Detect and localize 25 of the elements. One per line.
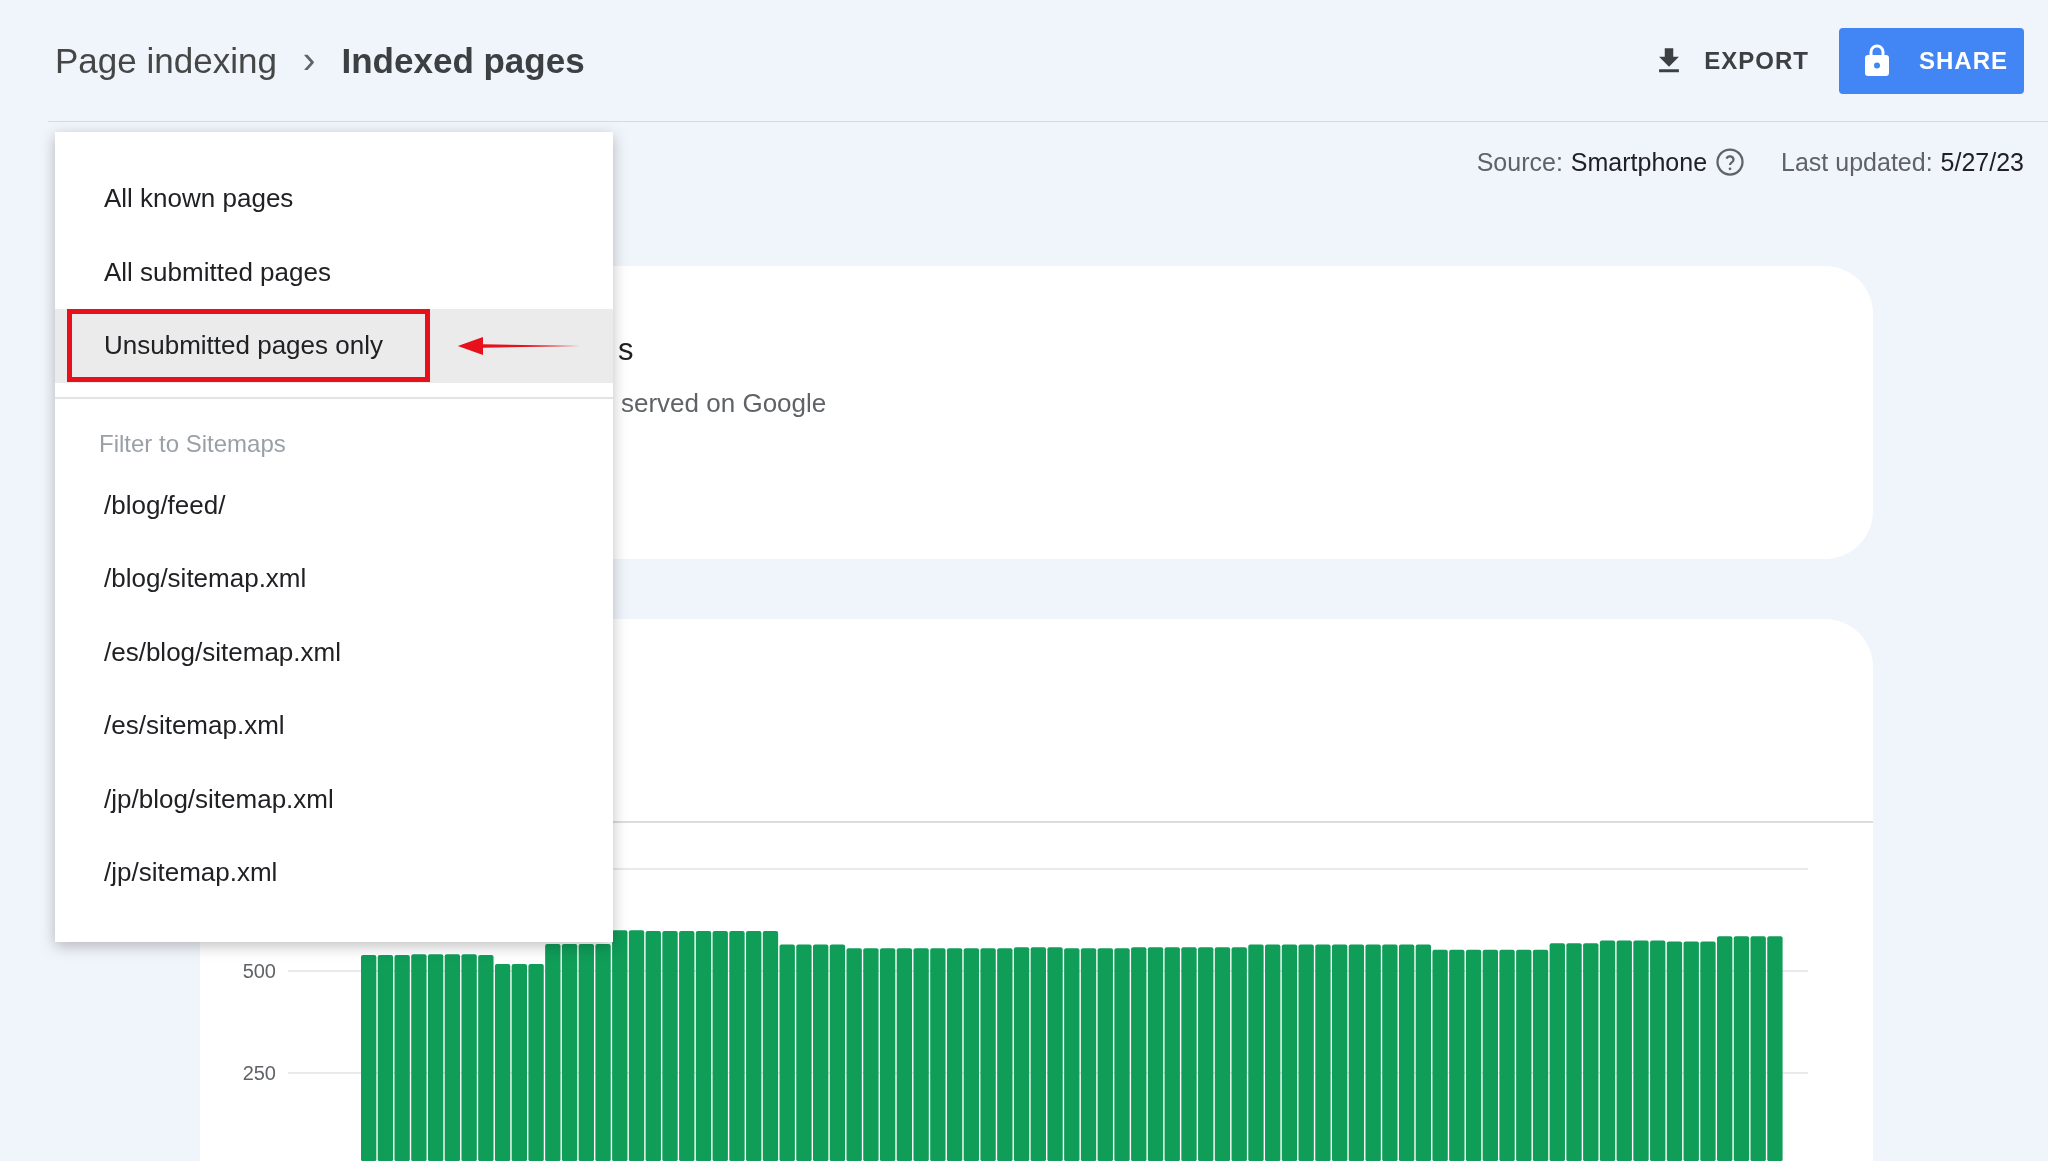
card-subtitle: served on Google	[621, 388, 828, 419]
menu-item[interactable]: /es/blog/sitemap.xml	[55, 615, 613, 689]
help-icon[interactable]	[1715, 147, 1746, 177]
menu-item[interactable]: /es/sitemap.xml	[55, 689, 613, 763]
menu-item[interactable]: /blog/sitemap.xml	[55, 542, 613, 616]
source-value: Smartphone	[1570, 147, 1708, 177]
highlight-box: Unsubmitted pages only	[67, 309, 430, 383]
chevron-icon: ›	[302, 39, 316, 82]
menu-item[interactable]: All submitted pages	[55, 235, 613, 309]
share-button[interactable]: SHARE	[1839, 27, 2024, 94]
page-title: Indexed pages	[341, 40, 585, 81]
updated-label: Last updated:	[1781, 147, 1933, 177]
menu-item[interactable]: All known pages	[55, 162, 613, 236]
export-button[interactable]: EXPORT	[1652, 43, 1809, 78]
section-header: Filter to Sitemaps	[98, 428, 287, 459]
card-title: s	[618, 332, 635, 368]
breadcrumb-link[interactable]: Page indexing	[55, 40, 277, 81]
updated-value: 5/27/23	[1940, 147, 2024, 177]
menu-item[interactable]: /jp/sitemap.xml	[55, 836, 613, 910]
y-axis-label: 250	[242, 1061, 276, 1084]
menu-item[interactable]: Unsubmitted pages only	[55, 309, 613, 383]
source-label: Source:	[1476, 147, 1563, 177]
menu-item[interactable]: /blog/feed/	[55, 468, 613, 542]
y-axis-label: 500	[242, 959, 276, 982]
menu-item[interactable]: /jp/blog/sitemap.xml	[55, 762, 613, 836]
